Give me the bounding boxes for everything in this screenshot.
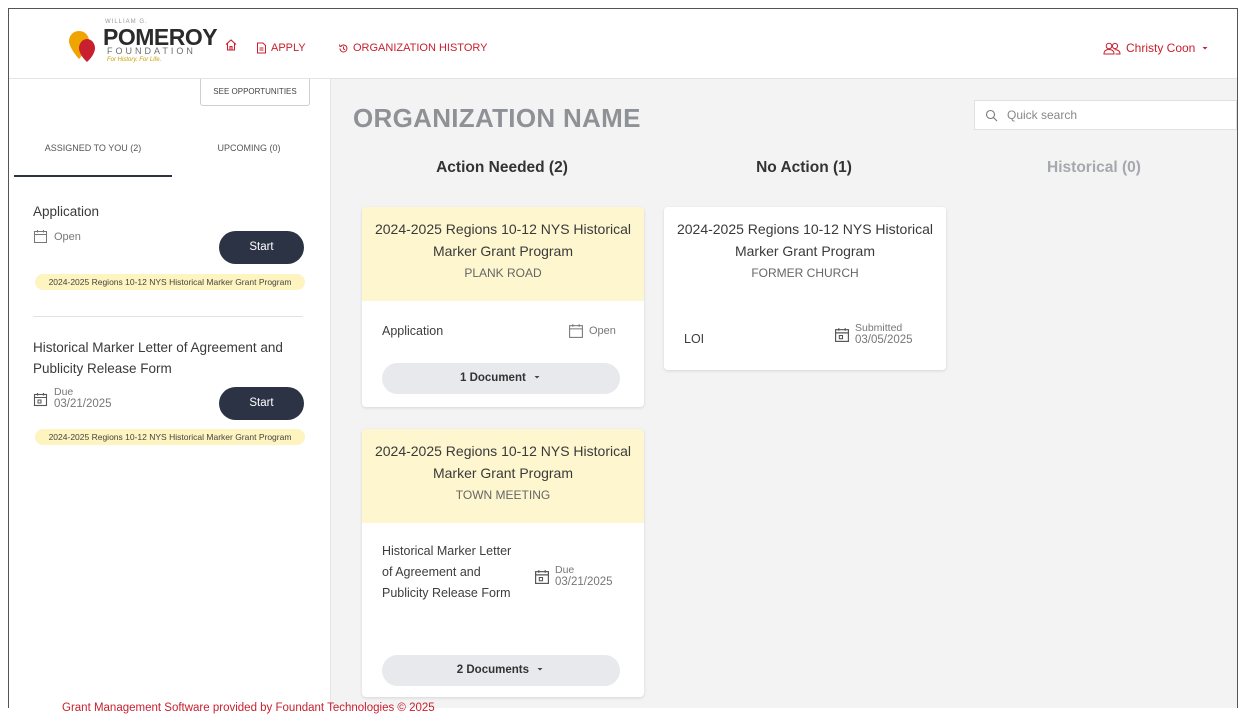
card-program-title: 2024-2025 Regions 10-12 NYS Historical M…	[374, 221, 632, 259]
caret-down-icon	[537, 668, 543, 671]
sidebar-task-letter-of-agreement: Historical Marker Letter of Agreement an…	[33, 337, 313, 457]
task-due-date: 03/21/2025	[54, 398, 112, 410]
card-item-label: Application	[382, 324, 444, 338]
logo-foundation: FOUNDATION	[107, 46, 196, 56]
card-item-label: LOI	[684, 332, 705, 346]
application-card-town-meeting: 2024-2025 Regions 10-12 NYS Historical M…	[362, 429, 644, 697]
card-body: Historical Marker Letter of Agreement an…	[362, 523, 644, 697]
documents-label: 2 Documents	[456, 664, 529, 676]
history-icon	[339, 43, 348, 52]
task-title: Historical Marker Letter of Agreement an…	[33, 340, 283, 376]
task-divider	[33, 316, 303, 317]
card-header: 2024-2025 Regions 10-12 NYS Historical M…	[664, 207, 946, 301]
organization-history-label: ORGANIZATION HISTORY	[353, 42, 488, 54]
card-item-status-label: Due	[555, 564, 575, 576]
document-icon	[257, 42, 266, 54]
tab-upcoming[interactable]: UPCOMING (0)	[174, 137, 324, 177]
logo-pin-icon	[69, 31, 95, 62]
calendar-icon	[569, 324, 583, 338]
card-project-name: PLANK ROAD	[464, 266, 542, 280]
card-item-due-date: 03/21/2025	[555, 576, 613, 588]
logo-tagline: For History. For Life.	[107, 57, 162, 63]
column-no-action: No Action (1)	[756, 159, 852, 176]
program-badge: 2024-2025 Regions 10-12 NYS Historical M…	[35, 429, 305, 445]
see-opportunities-button[interactable]: SEE OPPORTUNITIES	[200, 79, 310, 106]
card-program-title: 2024-2025 Regions 10-12 NYS Historical M…	[374, 443, 632, 481]
start-button[interactable]: Start	[219, 231, 304, 264]
documents-dropdown-button[interactable]: 1 Document	[382, 363, 620, 394]
card-item-submitted-date: 03/05/2025	[855, 334, 913, 346]
home-link[interactable]	[224, 38, 238, 52]
card-body: LOI Submitted 03/05/2025	[664, 301, 946, 370]
user-menu[interactable]: Christy Coon	[1103, 41, 1210, 55]
card-body: Application Open 1 Document	[362, 301, 644, 407]
task-status: Due 03/21/2025	[33, 387, 112, 411]
card-project-name: TOWN MEETING	[455, 488, 551, 502]
calendar-icon	[835, 328, 849, 342]
foundation-logo[interactable]: WILLIAM G. POMEROY FOUNDATION For Histor…	[67, 19, 218, 67]
apply-label: APPLY	[271, 42, 306, 54]
sidebar-tabs: ASSIGNED TO YOU (2) UPCOMING (0)	[14, 137, 324, 177]
sidebar-task-application: Application Open Start 2024-2025 Regions…	[33, 201, 313, 301]
users-icon	[1103, 42, 1121, 54]
task-sidebar: SEE OPPORTUNITIES ASSIGNED TO YOU (2) UP…	[9, 79, 331, 708]
task-status: Open	[33, 229, 81, 244]
calendar-icon	[535, 570, 549, 584]
organization-history-link[interactable]: ORGANIZATION HISTORY	[338, 42, 487, 54]
user-name: Christy Coon	[1126, 41, 1196, 55]
documents-label: 1 Document	[459, 372, 526, 384]
calendar-icon	[34, 230, 47, 243]
quick-search	[974, 100, 1237, 130]
card-item-label: Historical Marker Letter of Agreement an…	[382, 544, 512, 600]
card-item-status-label: Open	[589, 325, 616, 337]
card-item-status-label: Submitted	[855, 322, 903, 334]
caret-down-icon	[534, 376, 540, 379]
application-card-plank-road: 2024-2025 Regions 10-12 NYS Historical M…	[362, 207, 644, 407]
card-item-status: Submitted 03/05/2025	[834, 323, 913, 347]
card-item-status: Due 03/21/2025	[534, 565, 613, 589]
apply-link[interactable]: APPLY	[256, 42, 306, 54]
program-badge: 2024-2025 Regions 10-12 NYS Historical M…	[35, 274, 305, 290]
organization-name: ORGANIZATION NAME	[353, 103, 641, 133]
card-header: 2024-2025 Regions 10-12 NYS Historical M…	[362, 429, 644, 523]
home-icon	[225, 39, 237, 51]
column-action-needed: Action Needed (2)	[436, 159, 568, 176]
card-item-status: Open	[568, 323, 616, 339]
calendar-icon	[33, 392, 48, 406]
tab-assigned-to-you[interactable]: ASSIGNED TO YOU (2)	[14, 137, 172, 177]
start-button[interactable]: Start	[219, 387, 304, 420]
documents-dropdown-button[interactable]: 2 Documents	[382, 655, 620, 686]
task-status-label: Due	[54, 386, 74, 398]
card-project-name: FORMER CHURCH	[751, 266, 859, 280]
card-header: 2024-2025 Regions 10-12 NYS Historical M…	[362, 207, 644, 301]
app-frame: WILLIAM G. POMEROY FOUNDATION For Histor…	[8, 8, 1238, 708]
top-navbar: WILLIAM G. POMEROY FOUNDATION For Histor…	[9, 9, 1237, 79]
application-card-former-church: 2024-2025 Regions 10-12 NYS Historical M…	[664, 207, 946, 370]
column-historical: Historical (0)	[1047, 159, 1141, 176]
search-icon	[985, 109, 997, 121]
footer-credit: Grant Management Software provided by Fo…	[62, 702, 435, 714]
task-status-label: Open	[54, 230, 81, 243]
caret-down-icon	[1202, 47, 1208, 50]
quick-search-input[interactable]	[1007, 108, 1227, 122]
main-content: ORGANIZATION NAME Action Needed (2) No A…	[331, 79, 1237, 708]
task-title: Application	[33, 204, 100, 219]
card-program-title: 2024-2025 Regions 10-12 NYS Historical M…	[676, 221, 934, 259]
